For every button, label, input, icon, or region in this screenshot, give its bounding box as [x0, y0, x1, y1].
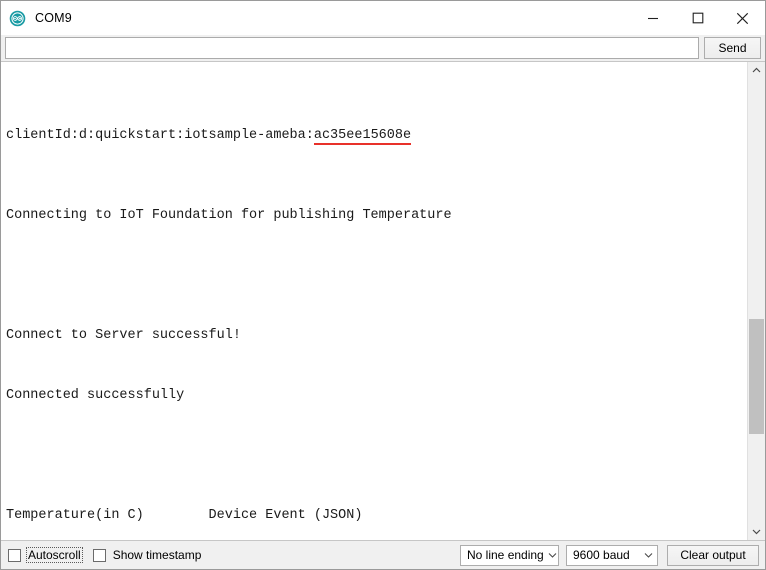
scrollbar-up-button[interactable]	[748, 62, 765, 79]
chevron-down-icon	[752, 529, 761, 535]
console-line: Connected successfully	[6, 388, 185, 403]
send-input[interactable]	[5, 37, 699, 59]
send-bar: Send	[1, 35, 765, 61]
maximize-button[interactable]	[675, 1, 720, 35]
minimize-button[interactable]	[630, 1, 675, 35]
scrollbar-track[interactable]	[748, 79, 765, 523]
arduino-logo-icon	[9, 10, 26, 26]
chevron-down-icon	[640, 552, 657, 558]
send-button[interactable]: Send	[704, 37, 761, 59]
window-title: COM9	[35, 11, 72, 25]
scrollbar-down-button[interactable]	[748, 523, 765, 540]
chevron-up-icon	[752, 67, 761, 73]
window-controls	[630, 1, 765, 35]
serial-monitor-window: COM9 Send clientId:d:quickstart:iotsampl…	[0, 0, 766, 570]
status-bar-right-group: No line ending 9600 baud Clear output	[453, 544, 759, 566]
console-line-text: clientId:d:quickstart:iotsample-ameba:	[6, 128, 314, 143]
console-output[interactable]: clientId:d:quickstart:iotsample-ameba:ac…	[1, 62, 747, 540]
baud-rate-value: 9600 baud	[573, 548, 630, 562]
maximize-icon	[692, 12, 703, 24]
autoscroll-label: Autoscroll	[26, 547, 83, 563]
chevron-down-icon	[544, 552, 561, 558]
console-line: Connecting to IoT Foundation for publish…	[6, 208, 452, 223]
clear-output-button[interactable]: Clear output	[667, 544, 759, 566]
client-id-highlight: ac35ee15608e	[313, 126, 412, 146]
close-icon	[736, 12, 749, 24]
title-bar: COM9	[1, 1, 765, 35]
show-timestamp-checkbox-box[interactable]	[92, 548, 106, 562]
line-ending-value: No line ending	[467, 548, 544, 562]
close-button[interactable]	[720, 1, 765, 35]
minimize-icon	[647, 17, 658, 20]
autoscroll-checkbox-box[interactable]	[8, 548, 21, 562]
console-line: clientId:d:quickstart:iotsample-ameba:ac…	[6, 126, 747, 146]
status-bar: Autoscroll Show timestamp No line ending…	[1, 541, 765, 569]
console-header-row: Temperature(in C) Device Event (JSON)	[6, 508, 363, 523]
show-timestamp-label: Show timestamp	[112, 548, 202, 562]
autoscroll-checkbox[interactable]: Autoscroll	[8, 547, 83, 563]
console-line: Connect to Server successful!	[6, 328, 241, 343]
console-scrollbar[interactable]	[747, 62, 765, 540]
line-ending-dropdown[interactable]: No line ending	[460, 544, 561, 566]
console-area: clientId:d:quickstart:iotsample-ameba:ac…	[1, 61, 765, 541]
scrollbar-thumb[interactable]	[749, 318, 764, 435]
show-timestamp-checkbox[interactable]: Show timestamp	[92, 547, 204, 563]
baud-rate-dropdown[interactable]: 9600 baud	[566, 544, 658, 566]
